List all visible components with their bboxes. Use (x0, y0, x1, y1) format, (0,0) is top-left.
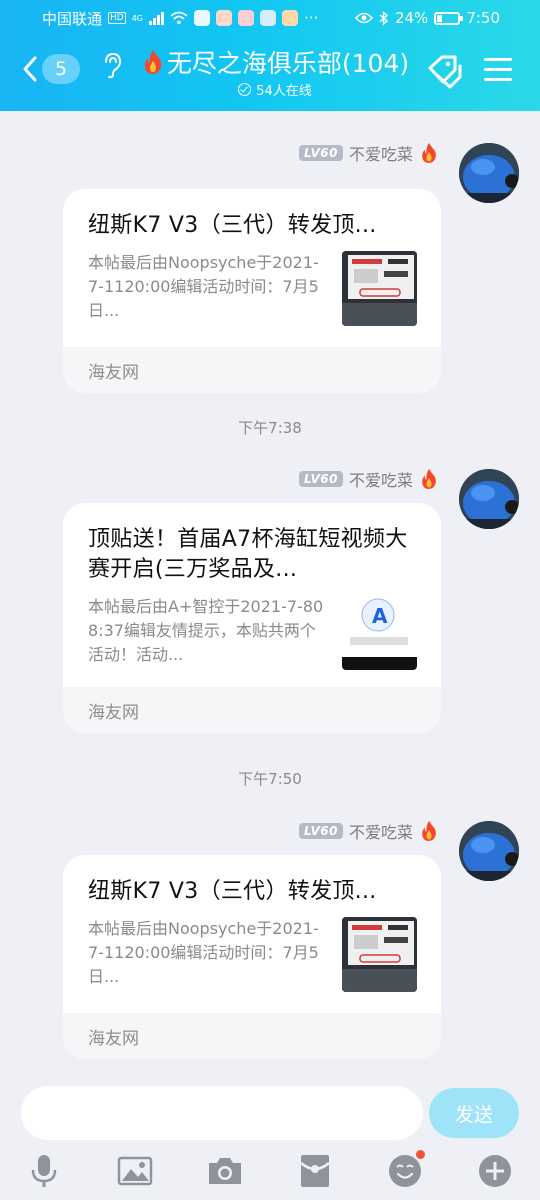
level-badge: LV60 (299, 823, 343, 839)
emoji-button[interactable] (387, 1150, 425, 1189)
hd-icon: HD (108, 12, 126, 24)
message-input[interactable] (21, 1086, 423, 1140)
clock: 7:50 (466, 9, 500, 27)
chevron-left-icon (23, 56, 37, 82)
menu-line-icon (484, 58, 512, 61)
image-icon[interactable] (117, 1153, 153, 1189)
card-title: 纽斯K7 V3（三代）转发顶... (88, 879, 377, 904)
online-check-icon (238, 83, 252, 96)
card-description: 本帖最后由Noopsyche于2021-7-1120:00编辑活动时间：7月5日… (88, 253, 319, 320)
card-source: 海友网 (63, 347, 441, 393)
nav-bar: 5 无尽之海俱乐部(104) 54人在线 (0, 40, 540, 106)
chat-area[interactable]: LV60 不爱吃菜 纽斯K7 V3（三代）转发顶... 本帖最后由Noopsyc… (0, 111, 540, 1079)
eye-icon (354, 12, 373, 24)
card-thumbnail: A (342, 595, 417, 670)
avatar[interactable] (459, 821, 519, 881)
battery-percent: 24% (394, 9, 429, 27)
avatar[interactable] (459, 469, 519, 529)
battery-icon (434, 11, 464, 25)
app-notification-icon (194, 10, 211, 26)
menu-line-icon (484, 78, 512, 81)
carrier-label: 中国联通 (42, 9, 103, 28)
bluetooth-icon (379, 10, 389, 26)
card-title: 顶贴送！首届A7杯海缸短视频大赛开启(三万奖品及... (88, 527, 408, 582)
fire-icon (144, 50, 162, 74)
card-thumbnail (342, 251, 417, 326)
back-button[interactable]: 5 (22, 54, 80, 84)
card-thumbnail (342, 917, 417, 992)
shared-post-card[interactable]: 纽斯K7 V3（三代）转发顶... 本帖最后由Noopsyche于2021-7-… (63, 855, 441, 1059)
reader-app-icon (238, 10, 255, 26)
input-bar: 发送 (0, 1079, 540, 1200)
red-packet-icon[interactable] (297, 1153, 333, 1189)
time-separator: 下午7:38 (238, 419, 302, 437)
shared-post-card[interactable]: 顶贴送！首届A7杯海缸短视频大赛开启(三万奖品及... 本帖最后由A+智控于20… (63, 503, 441, 733)
tag-icon[interactable] (426, 54, 464, 90)
menu-button[interactable] (484, 58, 512, 88)
card-source: 海友网 (63, 687, 441, 733)
sender-info: LV60 不爱吃菜 (299, 819, 439, 843)
signal-icon (149, 11, 165, 25)
level-badge: LV60 (299, 471, 343, 487)
fire-icon (422, 821, 436, 841)
time-separator: 下午7:50 (238, 770, 302, 788)
avatar[interactable] (459, 143, 519, 203)
sender-info: LV60 不爱吃菜 (299, 467, 439, 491)
status-bar: 中国联通 HD 4G ··· 24% 7:50 (0, 0, 540, 36)
level-badge: LV60 (299, 145, 343, 161)
online-count: 54人在线 (256, 84, 312, 99)
sender-name[interactable]: 不爱吃菜 (349, 141, 413, 165)
sender-info: LV60 不爱吃菜 (299, 141, 439, 165)
plus-icon[interactable] (477, 1153, 513, 1189)
group-title-area[interactable]: 无尽之海俱乐部(104) 54人在线 (130, 44, 420, 99)
group-title: 无尽之海俱乐部(104) (166, 49, 410, 78)
card-description: 本帖最后由Noopsyche于2021-7-1120:00编辑活动时间：7月5日… (88, 919, 319, 986)
notification-dot (416, 1150, 425, 1159)
menu-line-icon (484, 68, 512, 71)
microphone-icon[interactable] (26, 1153, 62, 1189)
svg-text:A: A (372, 604, 388, 628)
shared-post-card[interactable]: 纽斯K7 V3（三代）转发顶... 本帖最后由Noopsyche于2021-7-… (63, 189, 441, 393)
card-title: 纽斯K7 V3（三代）转发顶... (88, 213, 377, 238)
camera-icon[interactable] (207, 1153, 243, 1189)
unread-count-badge: 5 (42, 54, 80, 84)
fire-icon (422, 469, 436, 489)
network-label: 4G (131, 13, 144, 23)
header-bar: 中国联通 HD 4G ··· 24% 7:50 5 无尽之海俱乐部(104) 5… (0, 0, 540, 111)
more-status-icon: ··· (304, 9, 319, 27)
health-app-icon (216, 10, 233, 26)
video-app-icon (282, 10, 299, 26)
card-source: 海友网 (63, 1013, 441, 1059)
fire-icon (422, 143, 436, 163)
card-description: 本帖最后由A+智控于2021-7-808:37编辑友情提示，本贴共两个活动！活动… (88, 597, 324, 664)
bulb-app-icon (260, 10, 277, 26)
card-source-label: 海友网 (88, 362, 139, 383)
card-source-label: 海友网 (88, 702, 139, 723)
send-button[interactable]: 发送 (429, 1088, 519, 1138)
toolbar (0, 1147, 540, 1195)
wifi-icon (170, 11, 188, 25)
ear-icon[interactable] (102, 52, 124, 80)
card-source-label: 海友网 (88, 1028, 139, 1049)
sender-name[interactable]: 不爱吃菜 (349, 467, 413, 491)
sender-name[interactable]: 不爱吃菜 (349, 819, 413, 843)
